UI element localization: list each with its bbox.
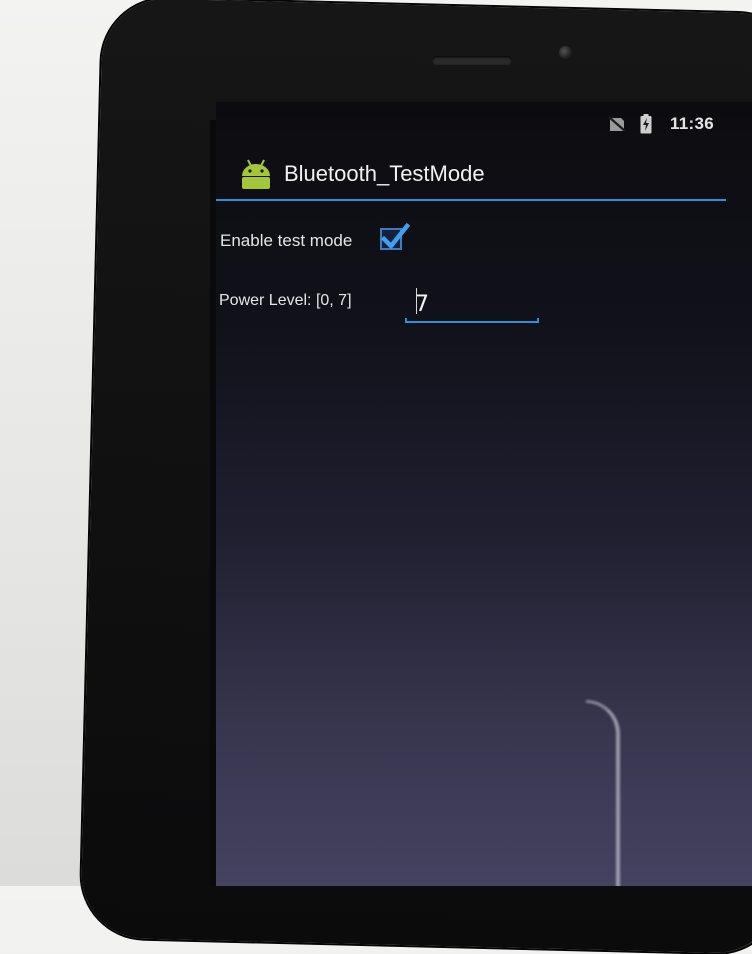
screen-reflection — [586, 700, 620, 886]
app-title: Bluetooth_TestMode — [284, 161, 485, 186]
action-bar-divider — [216, 199, 726, 201]
action-bar: Bluetooth_TestMode — [216, 146, 752, 200]
no-sim-icon — [608, 116, 626, 137]
power-level-input-underline — [405, 318, 539, 323]
status-bar: 11:36 — [216, 102, 752, 142]
checkmark-icon — [380, 222, 410, 250]
enable-test-mode-label: Enable test mode — [220, 231, 353, 250]
power-level-input[interactable] — [403, 286, 537, 322]
status-time: 11:36 — [669, 114, 714, 133]
enable-test-mode-checkbox[interactable] — [380, 222, 410, 250]
front-camera — [559, 46, 572, 59]
text-cursor — [416, 288, 417, 314]
android-icon — [238, 158, 274, 195]
battery-charging-icon — [640, 114, 652, 139]
power-level-label: Power Level: [0, 7] — [219, 292, 352, 309]
earpiece-speaker — [432, 56, 512, 65]
phone-screen: 11:36 Bluetooth_TestMode Enable test mod… — [216, 102, 752, 886]
